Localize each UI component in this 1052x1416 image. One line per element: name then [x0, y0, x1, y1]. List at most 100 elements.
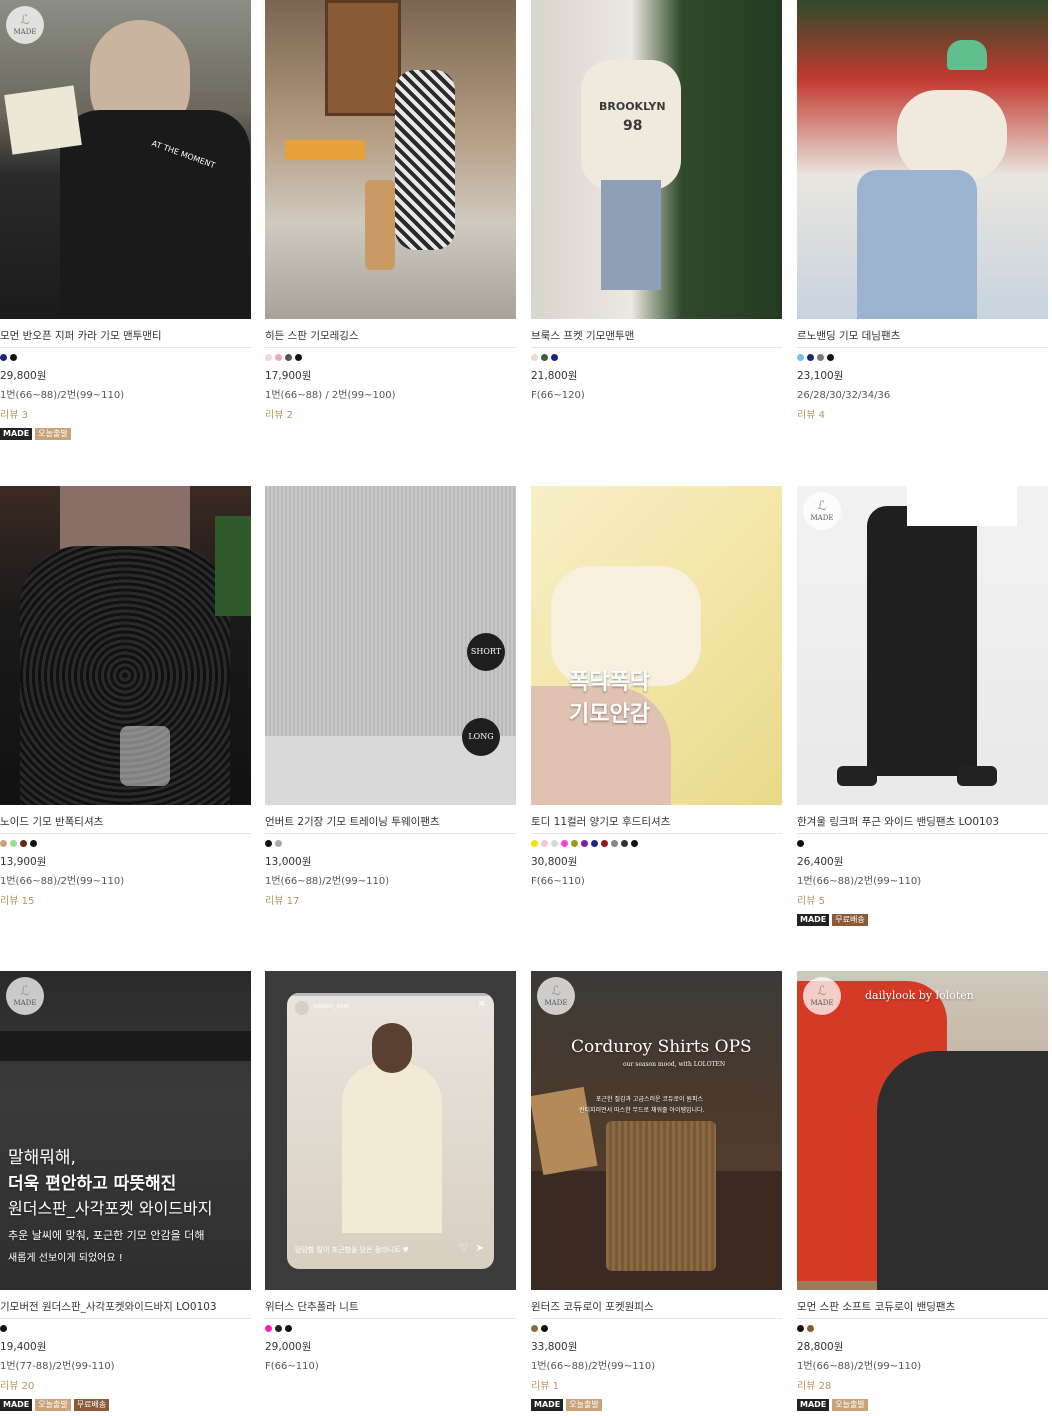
made-logo: ℒ MADE	[6, 977, 44, 1015]
color-swatch	[285, 354, 292, 361]
product-card[interactable]: 르노밴딩 기모 데님팬츠 23,100원 26/28/30/32/34/36 리…	[797, 0, 1048, 424]
color-swatch	[541, 840, 548, 847]
product-size: 26/28/30/32/34/36	[797, 390, 891, 401]
color-swatches	[531, 1325, 782, 1335]
badge-row: MADE 오늘출발 무료배송	[0, 1399, 251, 1413]
corduroy-subtitle: our season mood, with LOLOTEN	[623, 1061, 726, 1068]
review-count[interactable]: 리뷰 28	[797, 1379, 1048, 1395]
product-card[interactable]: 말해뭐해, 더욱 편안하고 따뜻해진 원더스판_사각포켓 와이드바지 추운 날씨…	[0, 971, 251, 1413]
product-name[interactable]: 모먼 스판 소프트 코듀로이 밴딩팬츠	[797, 1300, 1048, 1319]
product-card[interactable]: dailylook by loloten ℒ MADE 모먼 스판 소프트 코듀로…	[797, 971, 1048, 1413]
product-card[interactable]: 폭닥폭닥 기모안감 토디 11컬러 양기모 후드티셔츠 30,800원 F(66…	[531, 486, 782, 890]
color-swatch	[581, 840, 588, 847]
product-image[interactable]	[265, 0, 516, 319]
instagram-account: loloten_com	[313, 1003, 350, 1010]
color-swatches	[0, 1325, 251, 1335]
badge-made: MADE	[797, 914, 830, 926]
color-swatch	[797, 354, 804, 361]
avatar	[295, 1001, 309, 1015]
color-swatch	[807, 1325, 814, 1332]
product-name[interactable]: 모먼 반오픈 지퍼 카라 기모 맨투맨티	[0, 329, 251, 348]
review-count[interactable]: 리뷰 5	[797, 894, 1048, 910]
product-image[interactable]: 폭닥폭닥 기모안감	[531, 486, 782, 805]
review-count[interactable]: 리뷰 4	[797, 408, 1048, 424]
product-name[interactable]: 기모버전 원더스판_사각포켓와이드바지 LO0103	[0, 1300, 251, 1319]
long-tag: LONG	[462, 718, 500, 756]
color-swatches	[531, 840, 782, 850]
review-count[interactable]: 리뷰 2	[265, 408, 516, 424]
color-swatch	[827, 354, 834, 361]
product-image[interactable]: loloten_com ✕ 담담함 많이 포근함을 담은 폴라니트 ♥ ♡ ➤	[265, 971, 516, 1290]
product-card[interactable]: 히든 스판 기모레깅스 17,900원 1번(66~88) / 2번(99~10…	[265, 0, 516, 424]
made-logo: ℒ MADE	[6, 6, 44, 44]
product-image[interactable]: SHORT LONG	[265, 486, 516, 805]
badge-made: MADE	[531, 1399, 564, 1411]
color-swatch	[10, 840, 17, 847]
badge-today-ship: 오늘출발	[566, 1399, 602, 1411]
product-card[interactable]: 노이드 기모 반폭티셔츠 13,900원 1번(66~88)/2번(99~110…	[0, 486, 251, 910]
brooklyn-number: 98	[623, 118, 643, 134]
fleece-text-1: 폭닥폭닥	[569, 670, 650, 695]
product-image[interactable]: ℒ MADE	[797, 486, 1048, 805]
product-size: 1번(77-88)/2번(99-110)	[0, 1361, 115, 1372]
instagram-frame: loloten_com ✕ 담담함 많이 포근함을 담은 폴라니트 ♥ ♡ ➤	[287, 993, 494, 1269]
color-swatch	[797, 840, 804, 847]
product-price: 26,400원	[797, 856, 844, 868]
product-name[interactable]: 브룩스 프켓 기모맨투맨	[531, 329, 782, 348]
product-image[interactable]: Corduroy Shirts OPS our season mood, wit…	[531, 971, 782, 1290]
product-size: F(66~120)	[531, 390, 585, 401]
color-swatches	[797, 1325, 1048, 1335]
product-card[interactable]: loloten_com ✕ 담담함 많이 포근함을 담은 폴라니트 ♥ ♡ ➤ …	[265, 971, 516, 1375]
color-swatch	[265, 1325, 272, 1332]
badge-made: MADE	[797, 1399, 830, 1411]
product-card[interactable]: AT THE MOMENT ℒ MADE 모먼 반오픈 지퍼 카라 기모 맨투맨티…	[0, 0, 251, 442]
product-name[interactable]: 토디 11컬러 양기모 후드티셔츠	[531, 815, 782, 834]
product-price: 29,800원	[0, 370, 47, 382]
product-image[interactable]: AT THE MOMENT ℒ MADE	[0, 0, 251, 319]
product-image[interactable]	[797, 0, 1048, 319]
corduroy-desc-1: 포근한 질감과 고급스러운 코듀로이 원피스	[596, 1096, 703, 1103]
product-name[interactable]: 르노밴딩 기모 데님팬츠	[797, 329, 1048, 348]
color-swatches	[797, 840, 1048, 850]
promo-line-4: 추운 날씨에 맞춰, 포근한 기모 안감을 더해	[8, 1229, 205, 1242]
review-count[interactable]: 리뷰 3	[0, 408, 251, 424]
color-swatch	[0, 1325, 7, 1332]
product-card[interactable]: BROOKLYN 98 브룩스 프켓 기모맨투맨 21,800원 F(66~12…	[531, 0, 782, 404]
product-name[interactable]: 위터스 단추폴라 니트	[265, 1300, 516, 1319]
promo-line-2: 더욱 편안하고 따뜻해진	[8, 1174, 177, 1194]
heart-icon: ♡	[459, 1243, 468, 1254]
product-card[interactable]: ℒ MADE 한겨울 링크퍼 푸근 와이드 밴딩팬츠 LO0103 26,400원…	[797, 486, 1048, 928]
color-swatch	[531, 1325, 538, 1332]
product-price: 29,000원	[265, 1341, 312, 1353]
product-image[interactable]	[0, 486, 251, 805]
product-name[interactable]: 노이드 기모 반폭티셔츠	[0, 815, 251, 834]
color-swatch	[541, 354, 548, 361]
product-image[interactable]: dailylook by loloten ℒ MADE	[797, 971, 1048, 1290]
color-swatch	[20, 840, 27, 847]
review-count[interactable]: 리뷰 15	[0, 894, 251, 910]
made-logo: ℒ MADE	[537, 977, 575, 1015]
badge-today-ship: 오늘출발	[35, 428, 71, 440]
short-tag: SHORT	[467, 633, 505, 671]
product-image[interactable]: BROOKLYN 98	[531, 0, 782, 319]
fleece-text-2: 기모안감	[569, 702, 650, 727]
color-swatches	[265, 1325, 516, 1335]
product-name[interactable]: 한겨울 링크퍼 푸근 와이드 밴딩팬츠 LO0103	[797, 815, 1048, 834]
promo-line-5: 새롭게 선보이게 되었어요 !	[8, 1253, 123, 1264]
product-name[interactable]: 히든 스판 기모레깅스	[265, 329, 516, 348]
product-card[interactable]: SHORT LONG 언버트 2기장 기모 트레이닝 투웨이팬츠 13,000원…	[265, 486, 516, 910]
review-count[interactable]: 리뷰 17	[265, 894, 516, 910]
product-size: 1번(66~88)/2번(99~110)	[797, 1361, 922, 1372]
color-swatch	[621, 840, 628, 847]
review-count[interactable]: 리뷰 1	[531, 1379, 782, 1395]
color-swatches	[531, 354, 782, 364]
review-count[interactable]: 리뷰 20	[0, 1379, 251, 1395]
product-card[interactable]: Corduroy Shirts OPS our season mood, wit…	[531, 971, 782, 1413]
product-name[interactable]: 윈터즈 코듀로이 포켓원피스	[531, 1300, 782, 1319]
color-swatches	[0, 840, 251, 850]
product-name[interactable]: 언버트 2기장 기모 트레이닝 투웨이팬츠	[265, 815, 516, 834]
badge-free-shipping: 무료배송	[832, 914, 868, 926]
color-swatch	[275, 354, 282, 361]
product-price: 30,800원	[531, 856, 578, 868]
product-image[interactable]: 말해뭐해, 더욱 편안하고 따뜻해진 원더스판_사각포켓 와이드바지 추운 날씨…	[0, 971, 251, 1290]
